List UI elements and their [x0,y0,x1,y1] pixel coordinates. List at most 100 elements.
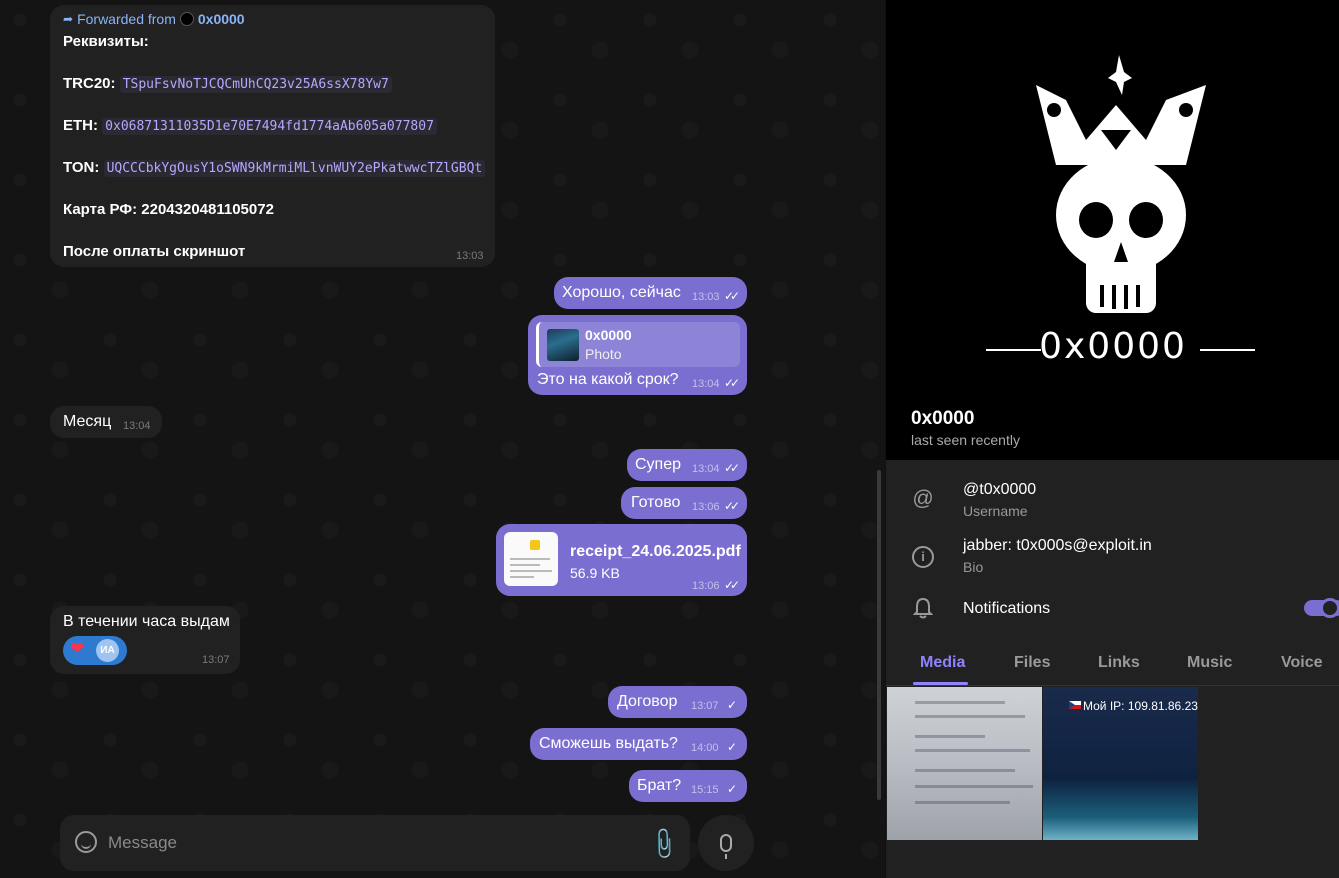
message-text: Супер [635,456,682,473]
notifications-toggle[interactable] [1304,598,1339,618]
reply-type: Photo [585,346,622,362]
outgoing-message[interactable]: Готово 13:06 ✓✓ [621,487,747,519]
username-value[interactable]: @t0x0000 [963,481,1036,499]
profile-tabs: Media Files Links Music Voice [886,640,1339,686]
voice-record-button[interactable] [698,815,754,871]
pdf-thumbnail[interactable] [504,532,558,586]
photo-text-line [915,769,1015,772]
tab-links[interactable]: Links [1098,654,1140,672]
message-time: 13:06 [692,501,720,513]
bell-icon [912,597,934,619]
photo-text-line [915,749,1030,752]
message-time: 13:04 [123,420,151,432]
forwarded-name[interactable]: 0x0000 [198,11,245,27]
after-payment-line: После оплаты скриншот [63,243,246,260]
read-check-icon: ✓✓ [724,376,740,390]
attach-icon[interactable]: 📎 [645,825,682,863]
tab-music[interactable]: Music [1187,654,1232,672]
message-time: 13:07 [691,700,719,712]
trc20-line: TRC20: TSpuFsvNoTJCQCmUhCQ23v25A6ssX78Yw… [63,75,392,93]
heart-icon[interactable]: ❤ [70,639,84,659]
reply-preview[interactable]: 0x0000 Photo [536,322,740,367]
message-time: 13:07 [202,654,230,666]
document-line [510,570,552,572]
chat-scrollbar[interactable] [877,470,881,800]
media-ip-caption: Мой IP: 109.81.86.235 [1083,699,1198,713]
message-text: Брат? [637,777,682,794]
requisites-title: Реквизиты: [63,33,149,50]
document-logo-icon [530,540,540,550]
photo-text-line [915,801,1010,804]
username-label: Username [963,503,1028,519]
tab-files[interactable]: Files [1014,654,1050,672]
profile-status: last seen recently [911,432,1020,448]
ton-label: TON: [63,159,100,176]
document-line [510,558,550,560]
trc20-address[interactable]: TSpuFsvNoTJCQCmUhCQ23v25A6ssX78Yw7 [119,76,392,93]
message-time: 14:00 [691,742,719,754]
outgoing-message[interactable]: Сможешь выдать? 14:00 ✓ [530,728,747,760]
outgoing-message[interactable]: Брат? 15:15 ✓ [629,770,747,802]
czech-flag-icon [1069,701,1081,709]
profile-panel: 0x0000 0x0000 last seen recently @ @t0x0… [885,0,1339,878]
forwarded-header[interactable]: ➦ Forwarded from 0x0000 [63,11,245,27]
forwarded-prefix: Forwarded from [77,11,176,27]
ton-address[interactable]: UQCCCbkYgOusY1oSWN9kMrmiMLlvnWUY2ePkatww… [103,160,486,177]
tab-media[interactable]: Media [920,654,965,672]
outgoing-message[interactable]: Супер 13:04 ✓✓ [627,449,747,481]
logo-divider [1200,349,1255,351]
reply-author: 0x0000 [585,327,632,343]
message-time: 15:15 [691,784,719,796]
reaction-bar[interactable]: ❤ ИА [63,636,127,665]
trc20-label: TRC20: [63,75,116,92]
message-time: 13:04 [692,463,720,475]
message-text: Договор [617,693,678,710]
logo-text: 0x0000 [1039,326,1187,367]
profile-avatar[interactable]: 0x0000 0x0000 last seen recently [886,0,1339,460]
read-check-icon: ✓✓ [724,499,740,513]
document-line [510,564,540,566]
media-thumbnail[interactable] [887,687,1042,840]
crown-skull-logo [1036,55,1206,313]
message-text: Это на какой срок? [537,371,679,388]
outgoing-message[interactable]: Хорошо, сейчас 13:03 ✓✓ [554,277,747,309]
emoji-icon[interactable] [75,831,97,853]
outgoing-message[interactable]: Договор 13:07 ✓ [608,686,747,718]
microphone-icon [720,834,732,859]
photo-text-line [915,785,1033,788]
toggle-knob [1320,598,1339,618]
message-text: Готово [631,494,681,511]
outgoing-file-message[interactable]: receipt_24.06.2025.pdf 56.9 KB 13:06 ✓✓ [496,524,747,596]
telegram-window: ➦ Forwarded from 0x0000 Реквизиты: TRC20… [0,0,1339,878]
message-time: 13:03 [456,250,484,262]
tab-voice[interactable]: Voice [1281,654,1323,672]
message-time: 13:03 [692,291,720,303]
message-input[interactable] [108,829,628,857]
bio-label: Bio [963,559,984,575]
read-check-icon: ✓✓ [724,461,740,475]
photo-text-line [915,701,1005,704]
message-composer[interactable]: 📎 [60,815,690,871]
message-text: Хорошо, сейчас [562,284,681,301]
document-line [510,576,534,578]
incoming-message[interactable]: Месяц 13:04 [50,406,162,438]
bio-value[interactable]: jabber: t0x000s@exploit.in [963,537,1152,555]
active-tab-indicator [913,682,968,685]
eth-address[interactable]: 0x06871311035D1e70E7494fd1774aAb605a0778… [102,118,437,135]
forwarded-avatar [179,12,194,26]
notifications-label: Notifications [963,600,1051,617]
file-size: 56.9 KB [570,565,620,581]
card-line: Карта РФ: 2204320481105072 [63,201,274,218]
message-text: В течении часа выдам [63,613,230,630]
message-text: Сможешь выдать? [539,735,678,752]
sent-check-icon: ✓ [727,782,737,796]
file-name[interactable]: receipt_24.06.2025.pdf [570,543,741,561]
chat-area[interactable]: ➦ Forwarded from 0x0000 Реквизиты: TRC20… [0,0,885,878]
message-text: Месяц [63,413,112,430]
message-time: 13:04 [692,378,720,390]
at-sign-icon: @ [912,487,934,510]
media-thumbnail[interactable]: Мой IP: 109.81.86.235 [1043,687,1198,840]
profile-name: 0x0000 [911,408,975,429]
reply-photo-thumbnail [547,329,579,361]
sent-check-icon: ✓ [727,698,737,712]
